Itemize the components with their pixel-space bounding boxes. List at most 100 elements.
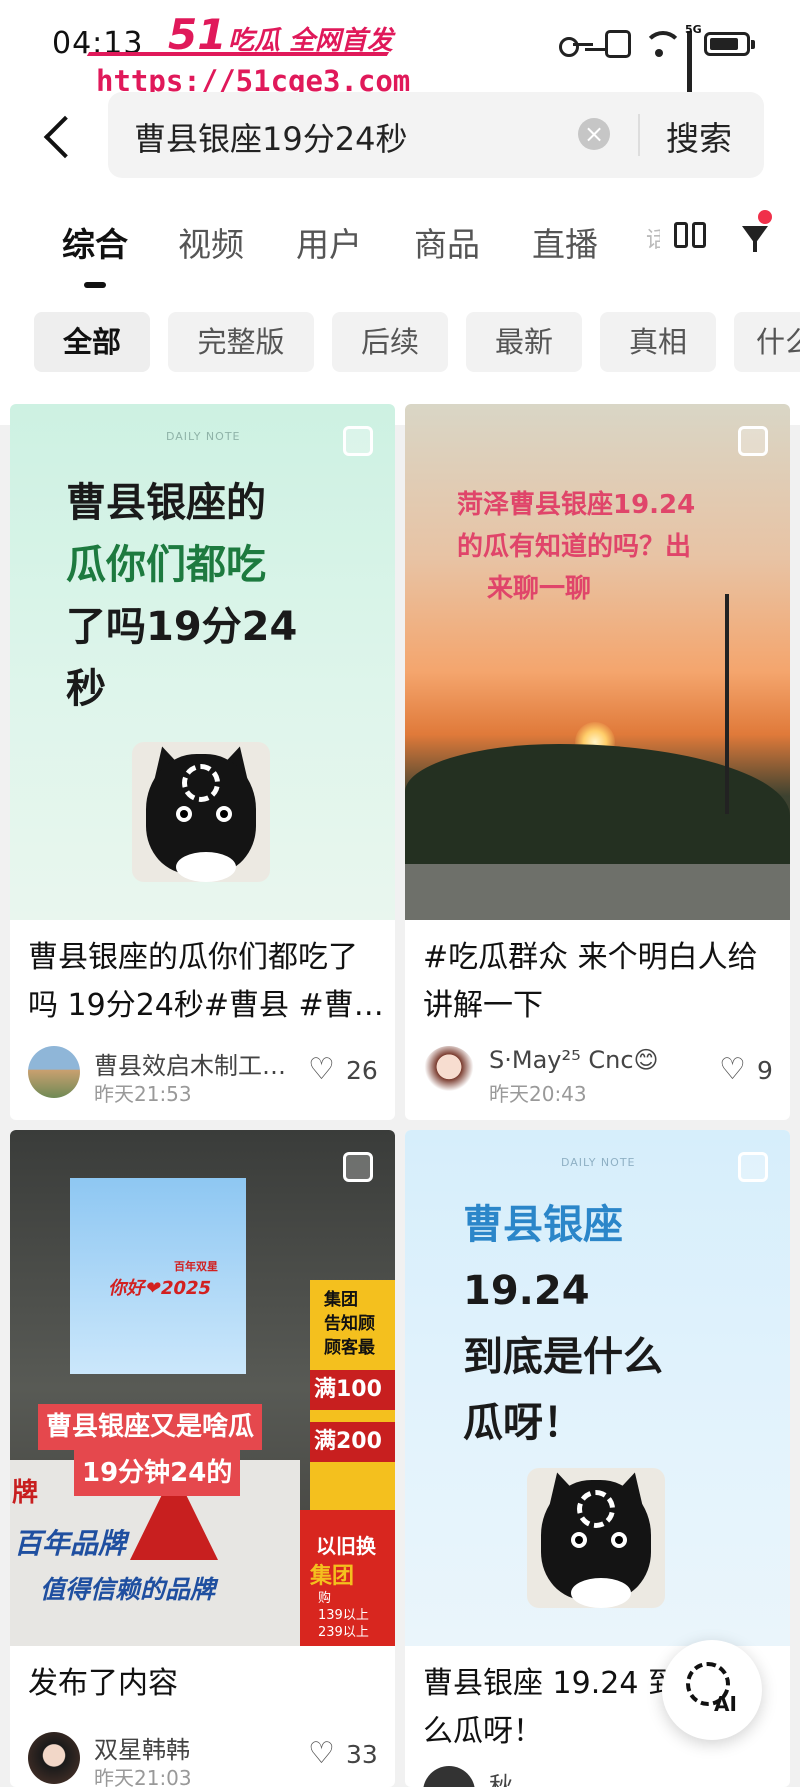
light-box: 你好❤2025 百年双星 bbox=[70, 1178, 246, 1374]
battery-icon bbox=[704, 32, 755, 56]
promo-notice-line: 顾客最 bbox=[324, 1338, 375, 1358]
cover-heading-line: 的瓜有知道的吗？出 bbox=[457, 532, 692, 562]
filter-badge-dot bbox=[758, 210, 772, 224]
ai-label: AI bbox=[714, 1692, 737, 1716]
author-name[interactable]: S·May²⁵ Cnc😊 bbox=[489, 1046, 689, 1074]
card-title: 曹县银座 19.24 到 么瓜呀！ bbox=[423, 1660, 678, 1756]
cat-photo bbox=[527, 1468, 665, 1608]
search-input[interactable]: 曹县银座19分24秒 bbox=[134, 114, 407, 160]
utility-pole bbox=[725, 594, 729, 814]
poster-slogan: 百年品牌 bbox=[14, 1527, 127, 1560]
card-cover[interactable]: DAILY NOTE 曹县银座的 瓜你们都吃 了吗19分24 秒 bbox=[10, 404, 395, 920]
watermark-line bbox=[86, 52, 390, 56]
note-card[interactable]: DAILY NOTE 曹县银座的 瓜你们都吃 了吗19分24 秒 曹县银座的瓜你… bbox=[10, 404, 395, 1120]
author-name[interactable]: 秋 bbox=[489, 1766, 513, 1787]
red-banner: 以旧换 集团 购 139以上 239以上 bbox=[300, 1510, 395, 1646]
poster-slogan: 值得信赖的品牌 bbox=[40, 1575, 216, 1604]
filter-icon[interactable] bbox=[740, 222, 774, 256]
select-checkbox[interactable] bbox=[343, 1152, 373, 1182]
author-name[interactable]: 曹县效启木制工… bbox=[94, 1046, 284, 1081]
select-checkbox[interactable] bbox=[738, 1152, 768, 1182]
red-banner-detail: 购 139以上 239以上 bbox=[318, 1590, 369, 1641]
chip-latest[interactable]: 最新 bbox=[466, 312, 582, 372]
card-title-line: 吗 19分24秒#曹县 #曹… bbox=[28, 988, 384, 1023]
red-banner-detail-line: 139以上 bbox=[318, 1608, 369, 1623]
red-banner-detail-line: 239以上 bbox=[318, 1625, 369, 1640]
card-cover[interactable]: 你好❤2025 百年双星 集团 告知顾 顾客最 满100 满200 以旧换 集团… bbox=[10, 1130, 395, 1646]
back-button[interactable] bbox=[40, 114, 80, 162]
chip-what[interactable]: 什么 bbox=[734, 312, 800, 372]
red-banner-text: 以旧换 bbox=[316, 1534, 376, 1558]
note-card[interactable]: 你好❤2025 百年双星 集团 告知顾 顾客最 满100 满200 以旧换 集团… bbox=[10, 1130, 395, 1787]
chip-full-version[interactable]: 完整版 bbox=[168, 312, 314, 372]
like-count: 33 bbox=[346, 1740, 378, 1769]
filter-chips: 全部 完整版 后续 最新 真相 什么 bbox=[34, 312, 800, 374]
card-title: 发布了内容 bbox=[28, 1660, 178, 1708]
heart-icon[interactable]: ♡ bbox=[308, 1052, 335, 1087]
tab-active-indicator bbox=[84, 282, 106, 288]
avatar[interactable] bbox=[28, 1046, 80, 1098]
select-checkbox[interactable] bbox=[738, 426, 768, 456]
post-time: 昨天21:53 bbox=[94, 1082, 192, 1106]
search-divider bbox=[638, 114, 640, 156]
search-button[interactable]: 搜索 bbox=[666, 112, 732, 160]
cover-heading-line: 来聊一聊 bbox=[487, 574, 592, 604]
cover-heading-line: 秒 bbox=[66, 666, 106, 712]
cover-heading: 曹县银座的 瓜你们都吃 了吗19分24 秒 bbox=[66, 472, 297, 720]
promo-notice-line: 告知顾 bbox=[324, 1314, 375, 1334]
card-cover[interactable]: 菏泽曹县银座19.24 的瓜有知道的吗？出 来聊一聊 bbox=[405, 404, 790, 920]
brand-sign: 你好❤2025 bbox=[107, 1278, 214, 1299]
select-checkbox[interactable] bbox=[343, 426, 373, 456]
promo-offer: 满100 bbox=[310, 1370, 395, 1410]
cover-caption-line: 曹县银座又是啥瓜 bbox=[38, 1404, 263, 1450]
cover-heading-line: 瓜你们都吃 bbox=[66, 542, 266, 588]
ai-assistant-button[interactable]: AI bbox=[662, 1640, 762, 1740]
heart-icon[interactable]: ♡ bbox=[308, 1736, 335, 1771]
note-card[interactable]: 菏泽曹县银座19.24 的瓜有知道的吗？出 来聊一聊 #吃瓜群众 来个明白人给 … bbox=[405, 404, 790, 1120]
status-icons: 5G bbox=[559, 23, 755, 94]
chip-truth[interactable]: 真相 bbox=[600, 312, 716, 372]
avatar[interactable] bbox=[423, 1766, 475, 1787]
wifi-icon bbox=[643, 31, 683, 57]
signal-icon: 5G bbox=[685, 23, 702, 94]
tree-silhouette bbox=[405, 744, 790, 864]
cover-heading: 菏泽曹县银座19.24 的瓜有知道的吗？出 来聊一聊 bbox=[457, 484, 695, 610]
post-time: 昨天21:03 bbox=[94, 1766, 192, 1787]
tab-bar: 综合 视频 用户 商品 直播 bbox=[62, 218, 742, 278]
chip-follow-up[interactable]: 后续 bbox=[332, 312, 448, 372]
author-name[interactable]: 双星韩韩 bbox=[94, 1730, 190, 1765]
daily-note-badge: DAILY NOTE bbox=[561, 1156, 636, 1169]
avatar[interactable] bbox=[28, 1732, 80, 1784]
card-title-line: 曹县银座的瓜你们都吃了 bbox=[28, 940, 358, 975]
tab-users[interactable]: 用户 bbox=[296, 218, 362, 266]
cover-heading-line: 19.24 bbox=[463, 1268, 590, 1314]
card-title-line: #吃瓜群众 来个明白人给 bbox=[423, 940, 758, 975]
road bbox=[405, 864, 790, 920]
cover-heading: 曹县银座 19.24 到底是什么 瓜呀！ bbox=[463, 1192, 663, 1456]
promo-notice-line: 集团 bbox=[324, 1290, 358, 1310]
tab-comprehensive[interactable]: 综合 bbox=[62, 218, 128, 266]
tab-video[interactable]: 视频 bbox=[178, 218, 244, 266]
tab-live[interactable]: 直播 bbox=[532, 218, 598, 266]
card-title: #吃瓜群众 来个明白人给 讲解一下 bbox=[423, 934, 758, 1030]
layout-toggle-icon[interactable] bbox=[674, 222, 708, 252]
card-title-line: 么瓜呀！ bbox=[423, 1714, 543, 1749]
card-title-line: 曹县银座 19.24 到 bbox=[423, 1666, 678, 1701]
card-cover[interactable]: DAILY NOTE 曹县银座 19.24 到底是什么 瓜呀！ bbox=[405, 1130, 790, 1646]
network-type: 5G bbox=[685, 23, 702, 36]
cover-heading-line: 到底是什么 bbox=[463, 1334, 663, 1380]
red-banner-detail-line: 购 bbox=[318, 1591, 332, 1606]
chip-all[interactable]: 全部 bbox=[34, 312, 150, 372]
promo-offer: 满200 bbox=[310, 1422, 395, 1462]
search-box[interactable]: 曹县银座19分24秒 × 搜索 bbox=[108, 92, 764, 178]
post-time: 昨天20:43 bbox=[489, 1082, 587, 1106]
clear-icon[interactable]: × bbox=[578, 118, 610, 150]
tab-products[interactable]: 商品 bbox=[414, 218, 480, 266]
cover-caption: 曹县银座又是啥瓜 19分钟24的 bbox=[38, 1404, 263, 1496]
heart-icon[interactable]: ♡ bbox=[719, 1052, 746, 1087]
daily-note-badge: DAILY NOTE bbox=[166, 430, 241, 443]
avatar[interactable] bbox=[423, 1046, 475, 1098]
loading-spinner-icon bbox=[182, 764, 220, 802]
cat-photo bbox=[132, 742, 270, 882]
tab-overflow: 话 bbox=[646, 228, 660, 253]
